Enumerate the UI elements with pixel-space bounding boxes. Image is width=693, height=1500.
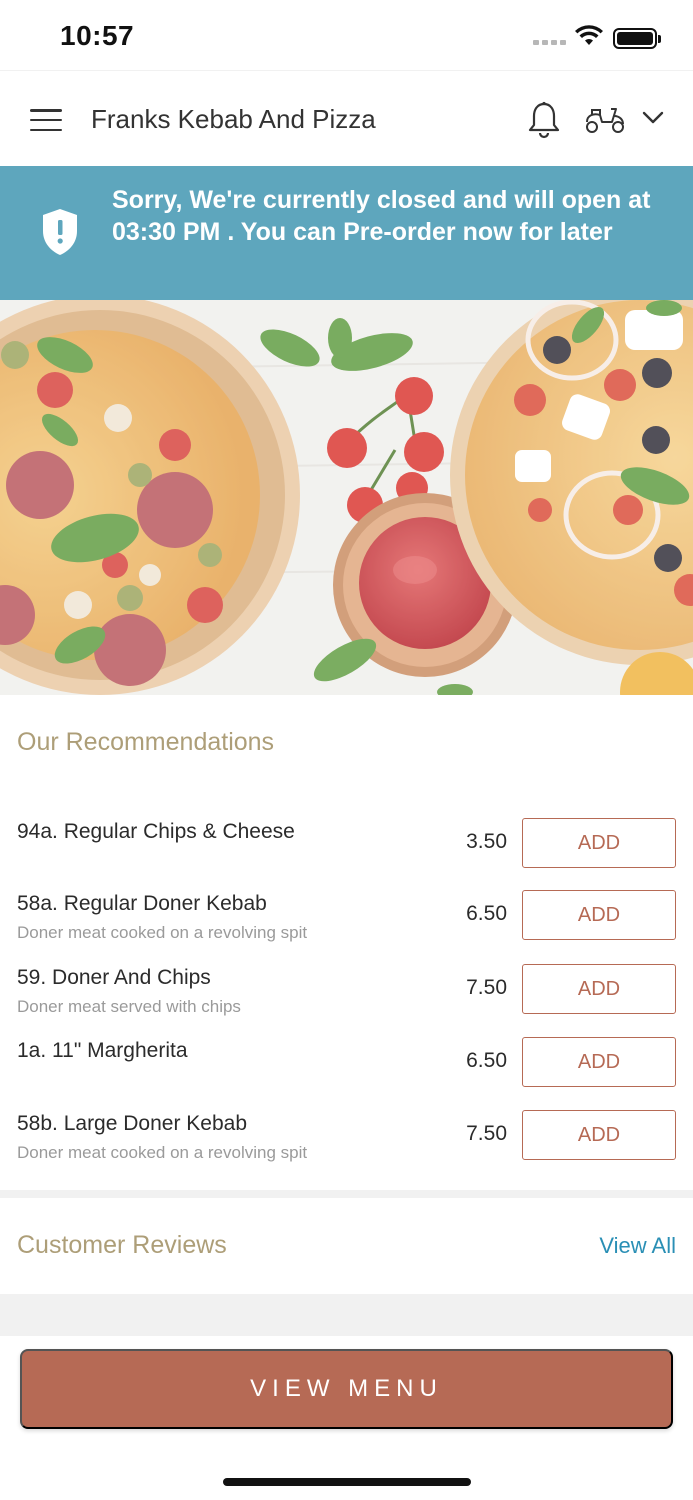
status-bar: 10:57 bbox=[0, 0, 693, 70]
chevron-down-icon[interactable] bbox=[642, 111, 664, 125]
item-price: 7.50 bbox=[466, 1122, 507, 1145]
item-price: 6.50 bbox=[466, 1049, 507, 1072]
item-description: Doner meat cooked on a revolving spit bbox=[17, 923, 308, 942]
add-button[interactable]: ADD bbox=[522, 890, 676, 940]
view-menu-button[interactable]: VIEW MENU bbox=[20, 1349, 673, 1429]
list-item: 94a. Regular Chips & Cheese 3.50 ADD bbox=[0, 818, 693, 892]
item-name: 58b. Large Doner Kebab bbox=[17, 1112, 248, 1135]
closed-message: Sorry, We're currently closed and will o… bbox=[112, 186, 651, 246]
item-name: 94a. Regular Chips & Cheese bbox=[17, 820, 295, 843]
list-item: 58a. Regular Doner Kebab Doner meat cook… bbox=[0, 890, 693, 964]
hero-food-image bbox=[0, 300, 693, 695]
add-button[interactable]: ADD bbox=[522, 964, 676, 1014]
item-name: 59. Doner And Chips bbox=[17, 966, 211, 989]
section-divider bbox=[0, 1190, 693, 1198]
add-button[interactable]: ADD bbox=[522, 1037, 676, 1087]
recommendations-title: Our Recommendations bbox=[17, 728, 275, 756]
app-header: Franks Kebab And Pizza bbox=[0, 70, 693, 166]
item-price: 6.50 bbox=[466, 902, 507, 925]
bell-icon[interactable] bbox=[527, 101, 561, 139]
list-item: 59. Doner And Chips Doner meat served wi… bbox=[0, 964, 693, 1038]
list-item: 58b. Large Doner Kebab Doner meat cooked… bbox=[0, 1110, 693, 1184]
section-divider bbox=[0, 1294, 693, 1336]
status-time: 10:57 bbox=[60, 20, 135, 51]
reviews-title: Customer Reviews bbox=[17, 1231, 227, 1259]
item-price: 3.50 bbox=[466, 830, 507, 853]
home-indicator[interactable] bbox=[223, 1478, 471, 1486]
item-name: 1a. 11" Margherita bbox=[17, 1039, 188, 1062]
battery-icon bbox=[613, 28, 661, 49]
customer-reviews-section: Customer Reviews View All bbox=[0, 1198, 693, 1294]
scooter-delivery-icon[interactable] bbox=[584, 104, 626, 134]
hamburger-menu-icon[interactable] bbox=[30, 109, 62, 131]
shield-alert-icon bbox=[43, 209, 77, 255]
cellular-signal-icon bbox=[533, 40, 566, 45]
item-name: 58a. Regular Doner Kebab bbox=[17, 892, 267, 915]
item-price: 7.50 bbox=[466, 976, 507, 999]
add-button[interactable]: ADD bbox=[522, 818, 676, 868]
view-all-link[interactable]: View All bbox=[599, 1233, 676, 1259]
wifi-icon bbox=[575, 25, 603, 45]
item-description: Doner meat cooked on a revolving spit bbox=[17, 1143, 308, 1162]
item-description: Doner meat served with chips bbox=[17, 997, 241, 1016]
list-item: 1a. 11" Margherita 6.50 ADD bbox=[0, 1037, 693, 1111]
restaurant-title: Franks Kebab And Pizza bbox=[91, 104, 376, 134]
app-screen: 10:57 Franks Kebab And Pizza Sorry, We'r… bbox=[0, 0, 693, 1500]
add-button[interactable]: ADD bbox=[522, 1110, 676, 1160]
